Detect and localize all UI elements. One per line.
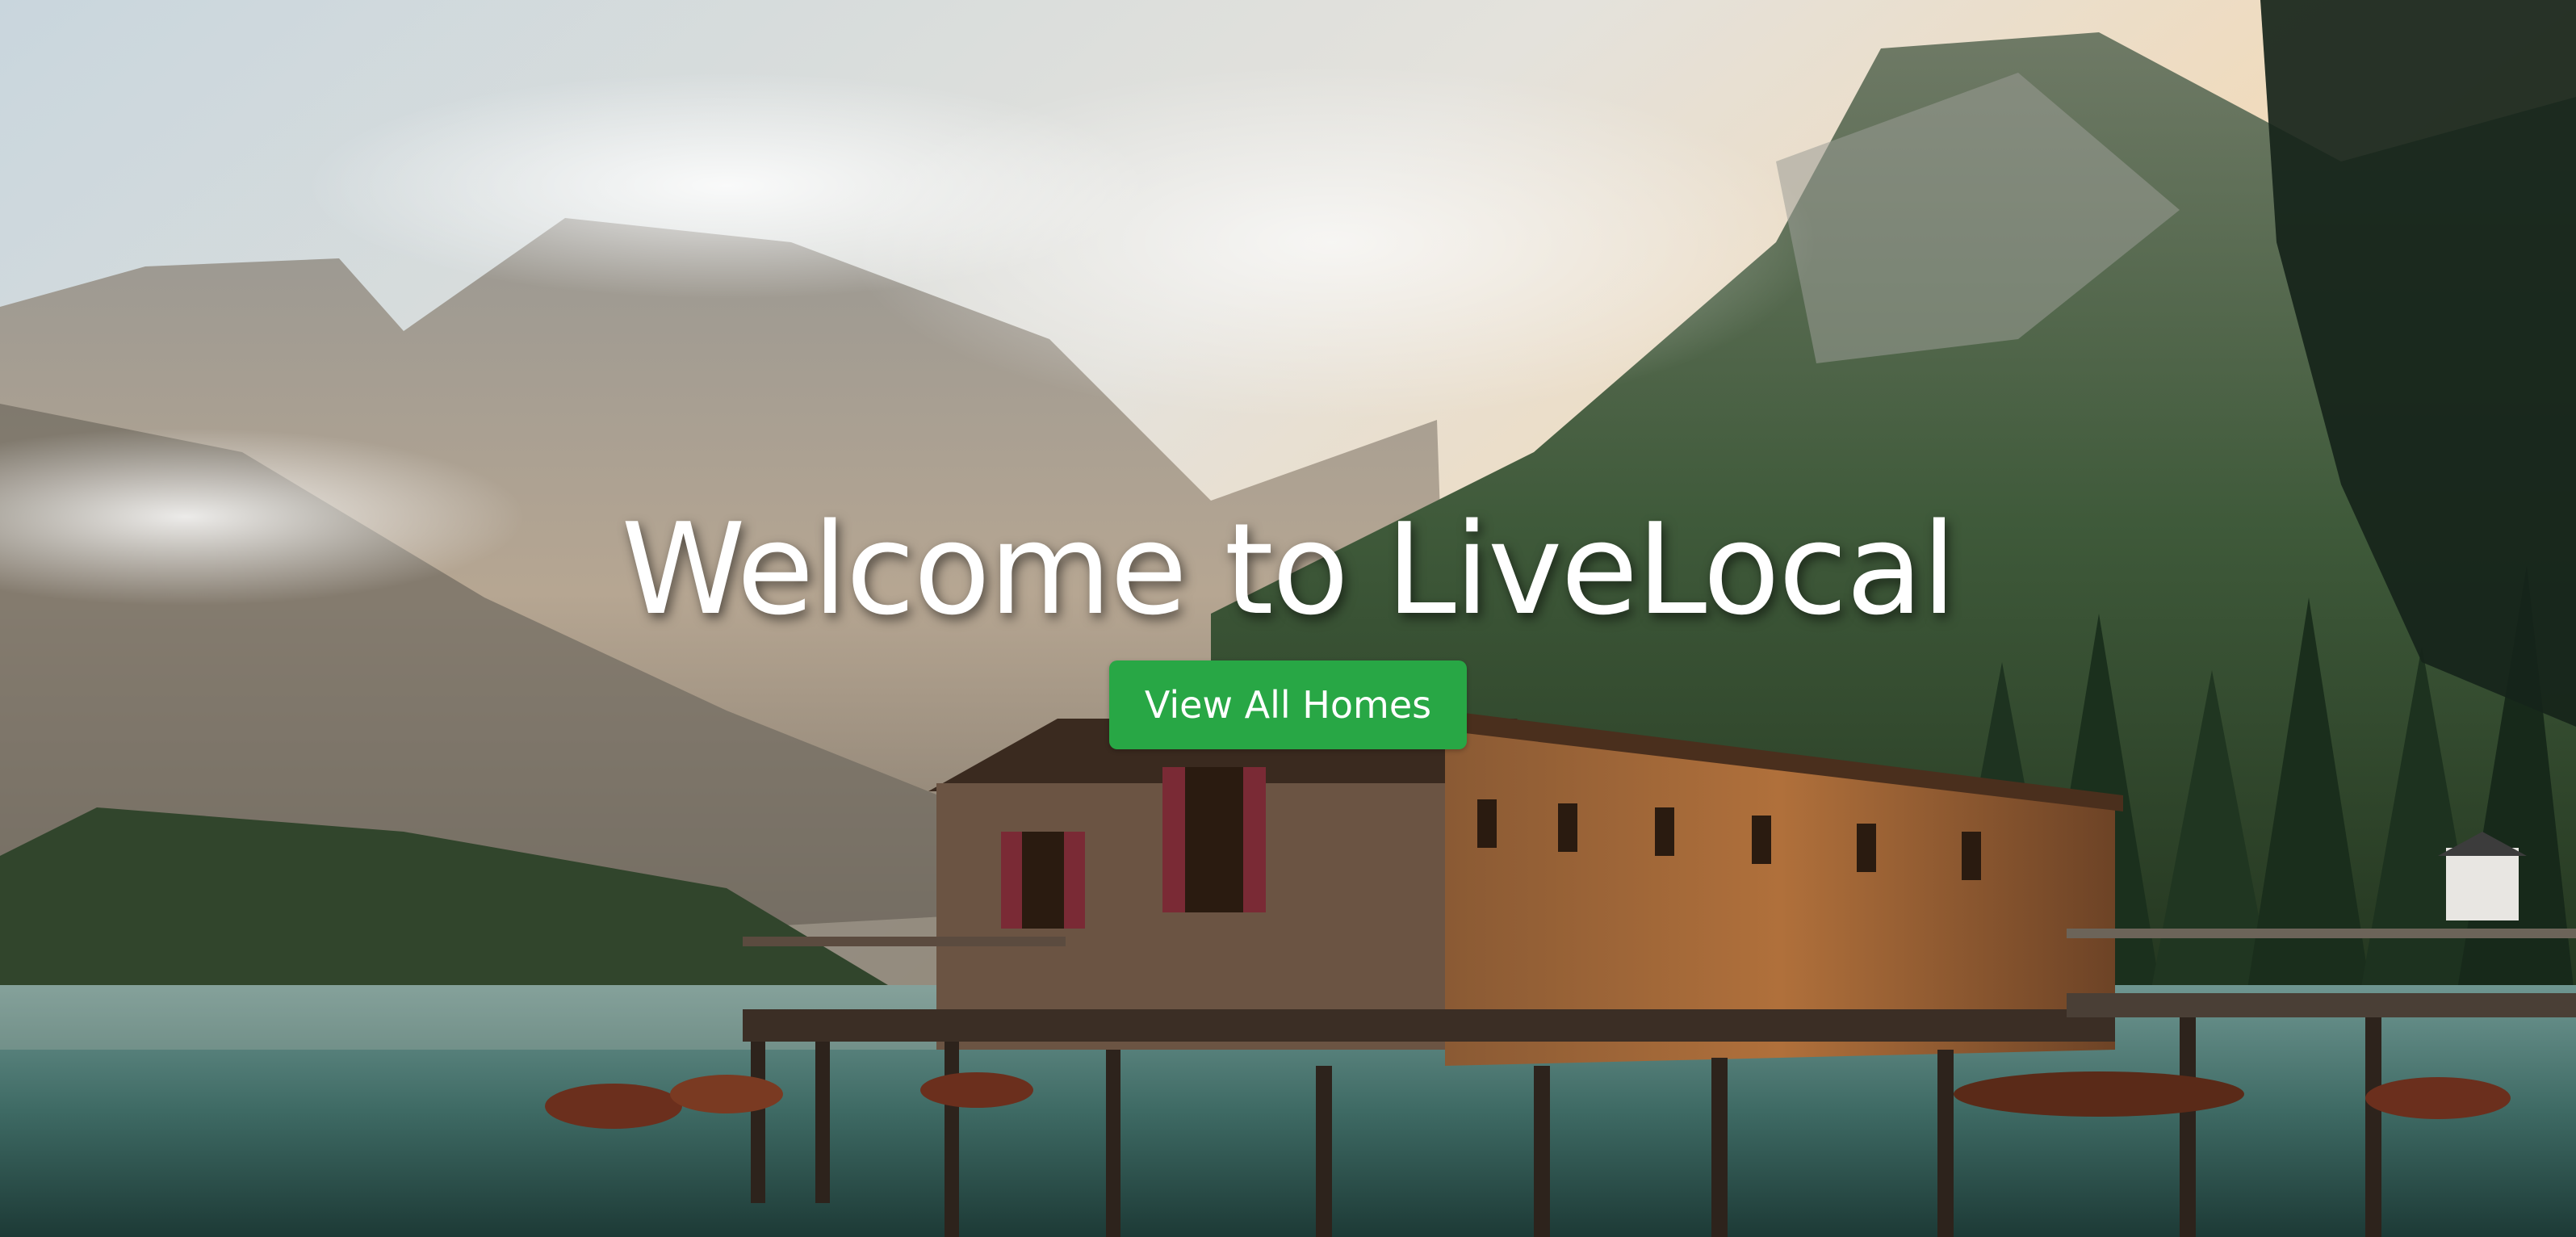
view-all-homes-button[interactable]: View All Homes xyxy=(1108,660,1468,749)
hero-title: Welcome to LiveLocal xyxy=(621,496,1956,643)
hero-section: Welcome to LiveLocal View All Homes xyxy=(0,0,2576,1237)
hero-content: Welcome to LiveLocal View All Homes xyxy=(0,496,2576,749)
